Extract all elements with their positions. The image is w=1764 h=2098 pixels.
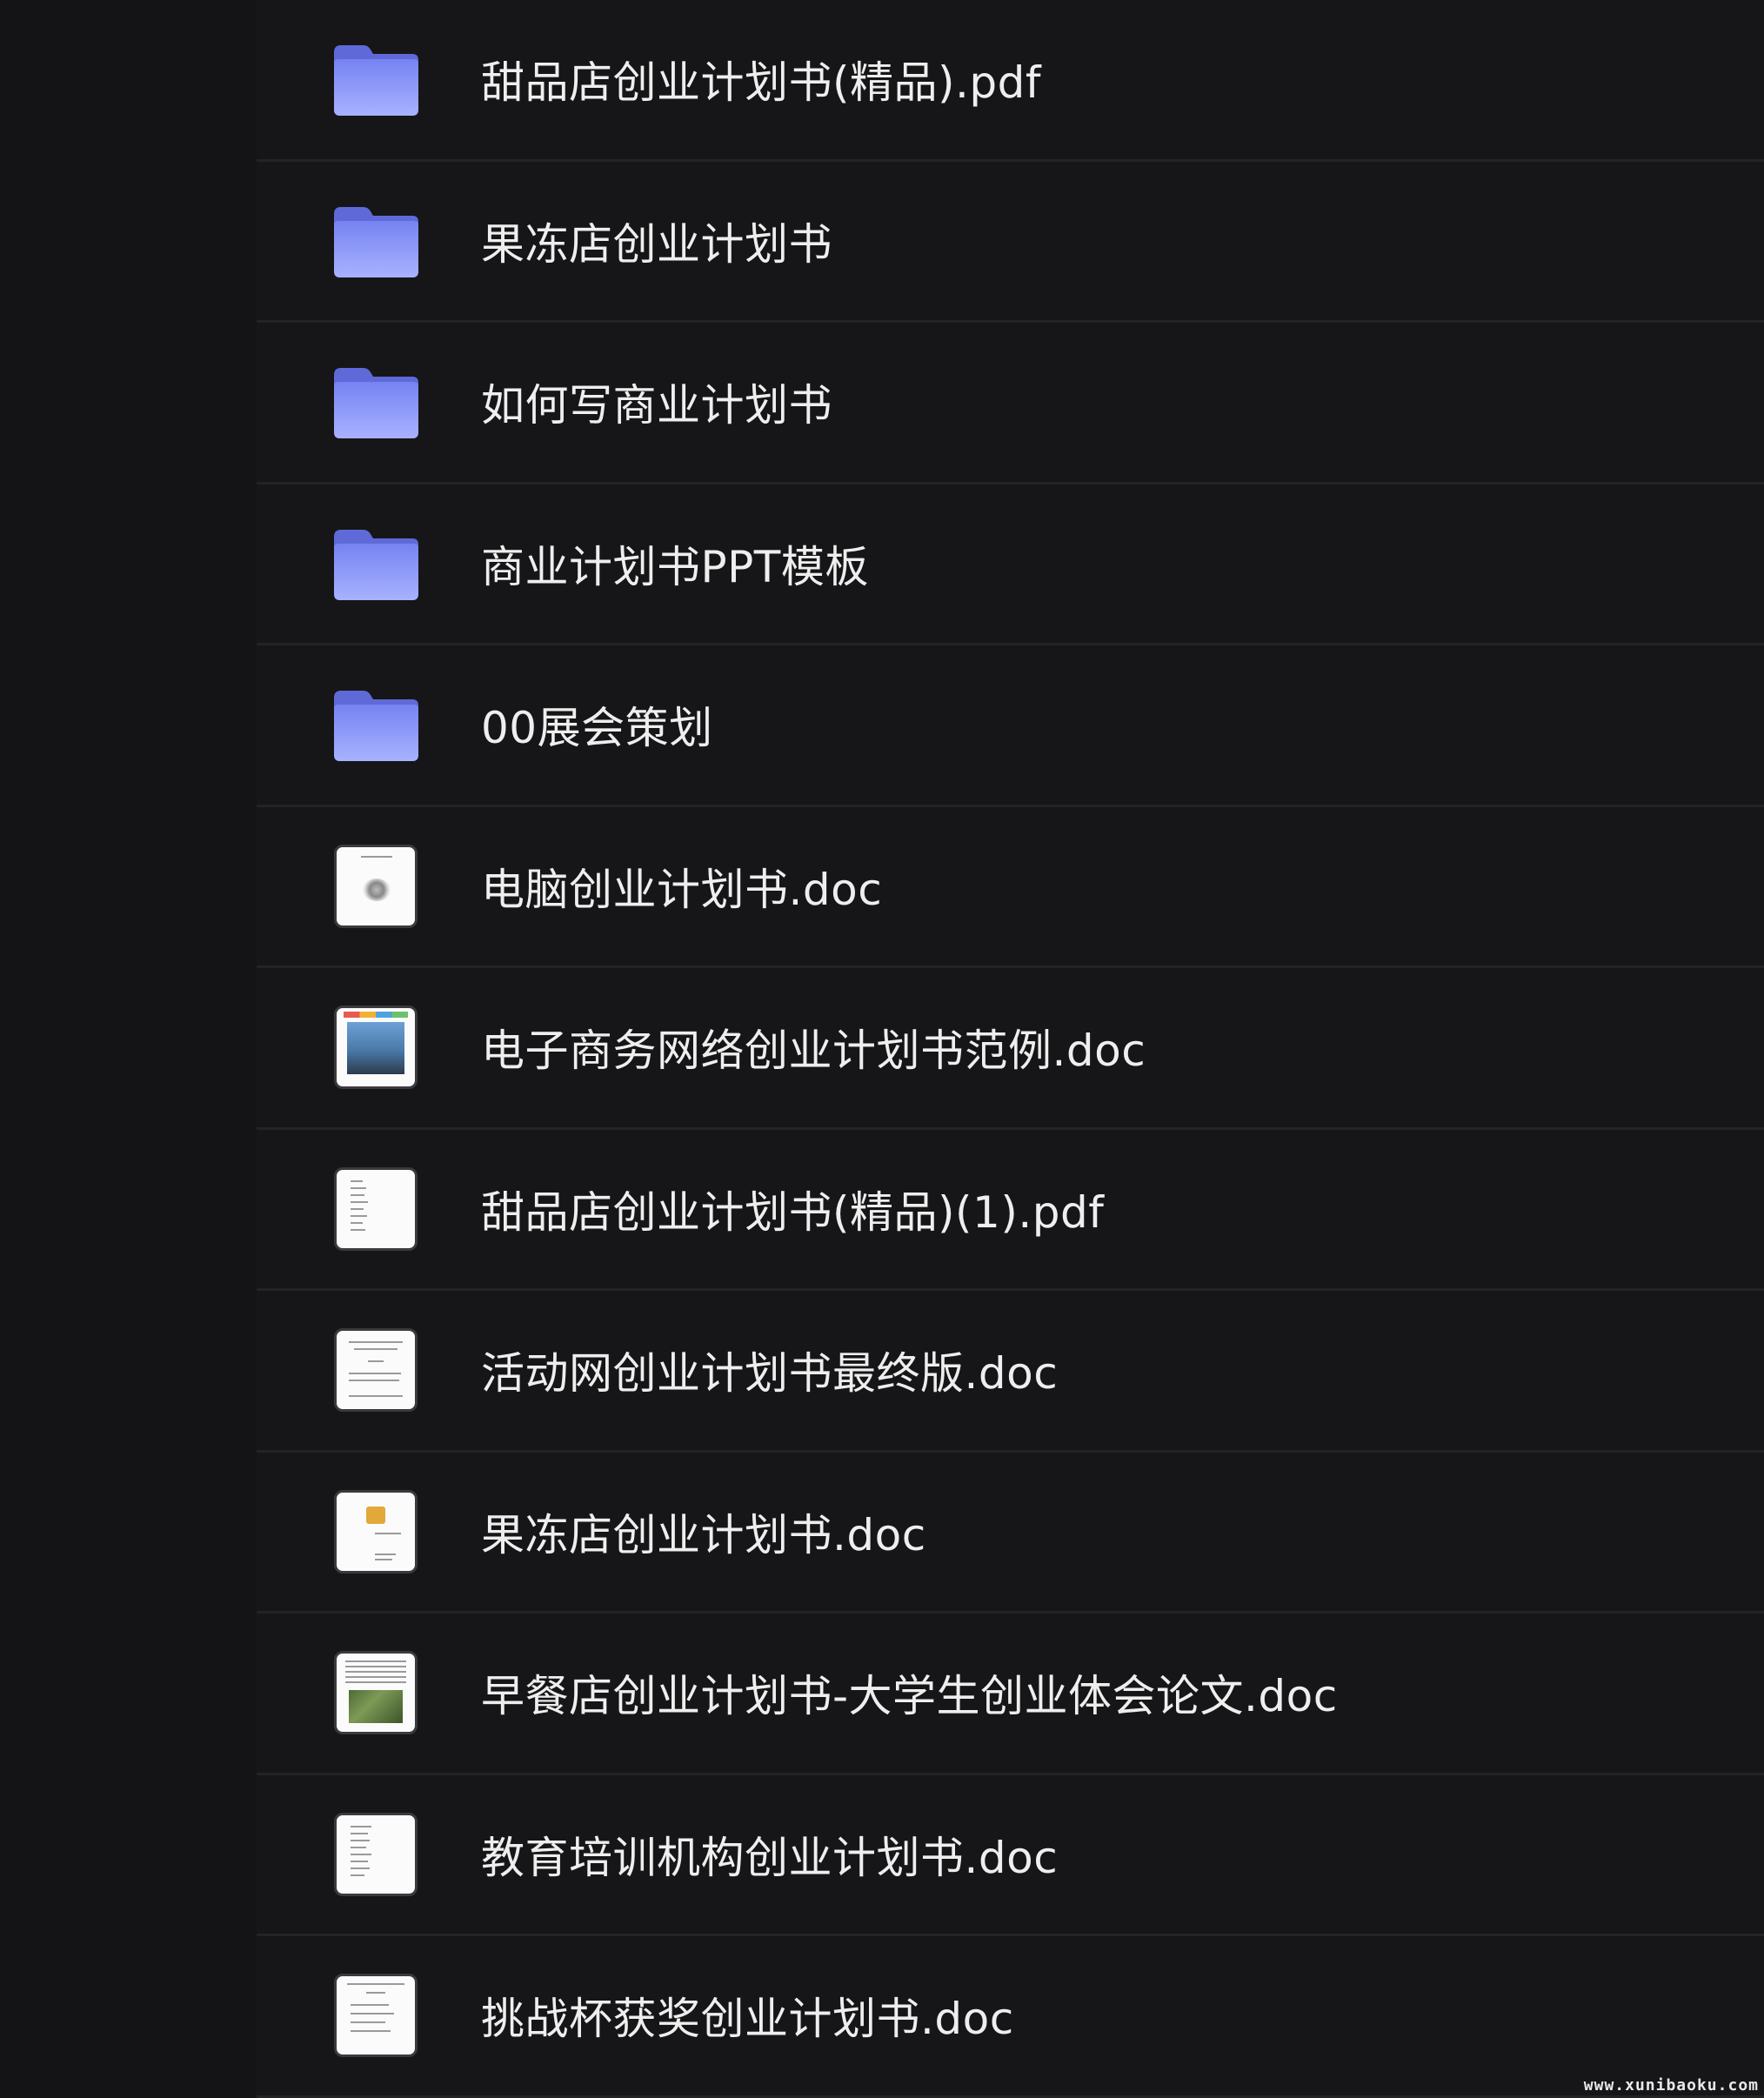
file-name: 甜品店创业计划书(精品).pdf (481, 57, 1041, 109)
list-item-document[interactable]: 活动网创业计划书最终版.doc (257, 1291, 1764, 1453)
document-thumbnail-icon (334, 1651, 418, 1735)
file-name: 挑战杯获奖创业计划书.doc (481, 1994, 1014, 2045)
folder-icon (331, 198, 421, 284)
list-item-folder[interactable]: 商业计划书PPT模板 (257, 484, 1764, 645)
list-item-document[interactable]: 电子商务网络创业计划书范例.doc (257, 968, 1764, 1130)
list-item-document[interactable]: 早餐店创业计划书-大学生创业体会论文.doc (257, 1614, 1764, 1775)
document-thumbnail-icon (334, 844, 418, 928)
document-thumbnail-icon (334, 1006, 418, 1090)
folder-icon (331, 521, 421, 606)
file-list: 甜品店创业计划书(精品).pdf 果冻店创业计划书 如何写商业计划书 商业计划书… (257, 0, 1764, 2098)
file-name: 00展会策划 (481, 703, 713, 754)
list-item-document[interactable]: 甜品店创业计划书(精品)(1).pdf (257, 1130, 1764, 1291)
folder-icon (331, 682, 421, 767)
file-name: 电脑创业计划书.doc (481, 864, 883, 915)
file-name: 果冻店创业计划书.doc (481, 1509, 926, 1560)
list-item-document[interactable]: 挑战杯获奖创业计划书.doc (257, 1936, 1764, 2098)
document-thumbnail-icon (334, 1974, 418, 2058)
file-name: 早餐店创业计划书-大学生创业体会论文.doc (481, 1671, 1338, 1722)
list-item-document[interactable]: 电脑创业计划书.doc (257, 807, 1764, 968)
document-thumbnail-icon (334, 1328, 418, 1413)
file-name: 活动网创业计划书最终版.doc (481, 1348, 1059, 1400)
folder-icon (331, 359, 421, 444)
file-name: 如何写商业计划书 (481, 380, 832, 431)
document-thumbnail-icon (334, 1166, 418, 1251)
document-thumbnail-icon (334, 1812, 418, 1896)
file-name: 教育培训机构创业计划书.doc (481, 1832, 1059, 1883)
watermark: www.xunibaoku.com (1583, 2076, 1759, 2095)
file-name: 商业计划书PPT模板 (481, 541, 869, 592)
file-name: 甜品店创业计划书(精品)(1).pdf (481, 1186, 1105, 1238)
list-item-folder[interactable]: 如何写商业计划书 (257, 323, 1764, 484)
list-item-folder[interactable]: 果冻店创业计划书 (257, 162, 1764, 323)
file-name: 果冻店创业计划书 (481, 218, 832, 270)
file-name: 电子商务网络创业计划书范例.doc (481, 1026, 1146, 1077)
list-item-folder[interactable]: 00展会策划 (257, 645, 1764, 807)
document-thumbnail-icon (334, 1489, 418, 1574)
list-item-document[interactable]: 果冻店创业计划书.doc (257, 1453, 1764, 1614)
sidebar-pane (0, 0, 257, 2098)
folder-icon (331, 37, 421, 122)
list-item-folder[interactable]: 甜品店创业计划书(精品).pdf (257, 0, 1764, 162)
list-item-document[interactable]: 教育培训机构创业计划书.doc (257, 1775, 1764, 1936)
